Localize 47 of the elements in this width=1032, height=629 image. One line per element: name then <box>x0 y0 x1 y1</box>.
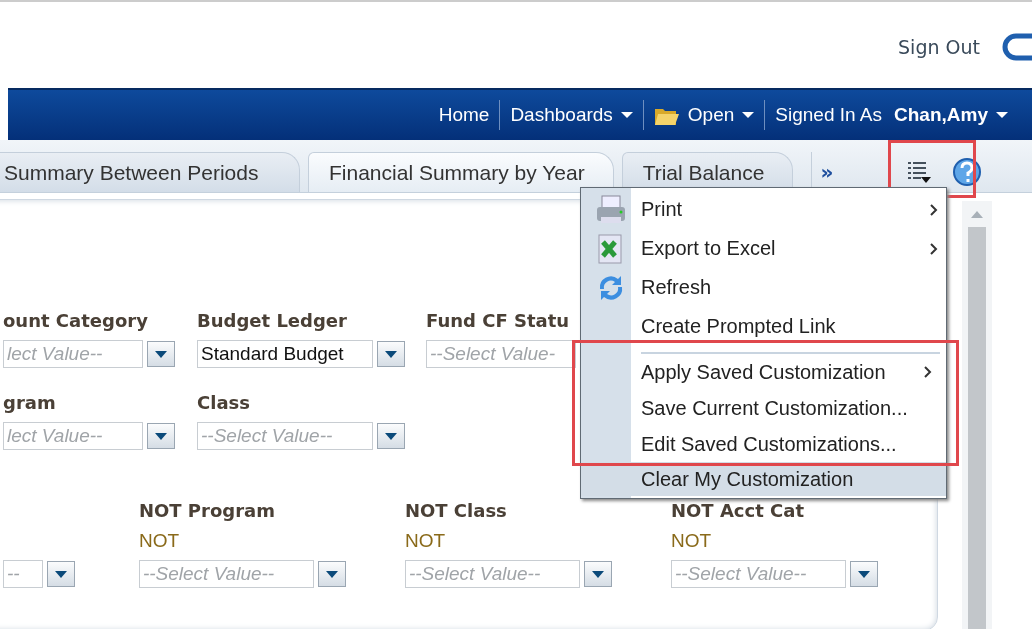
menu-item[interactable]: Save Current Customization... <box>581 390 946 426</box>
tab[interactable]: Financial Summary by Year <box>308 152 614 192</box>
filter-label: NOT Program <box>138 500 276 523</box>
dropdown-button[interactable] <box>849 561 878 587</box>
filter-label: Fund CF Statu <box>426 310 571 333</box>
nav-link[interactable]: Home <box>428 104 500 126</box>
dropdown-button[interactable] <box>47 561 75 587</box>
filter-label: Budget Ledger <box>197 310 348 333</box>
menu-item[interactable]: Print <box>581 190 946 229</box>
caret-icon <box>55 570 67 578</box>
not-label: NOT <box>138 530 180 553</box>
dropdown-button[interactable] <box>317 561 346 587</box>
menu-item[interactable]: Clear My Customization <box>581 462 946 496</box>
menu-item[interactable]: Apply Saved Customization <box>641 352 940 390</box>
sign-out-link[interactable]: Sign Out <box>898 36 980 58</box>
caret-icon <box>325 570 338 578</box>
dropdown-button[interactable] <box>147 341 175 367</box>
filter-label: Class <box>197 392 251 415</box>
not-label: NOT <box>670 530 713 553</box>
caret-icon <box>385 432 397 440</box>
nav-link[interactable]: Dashboards <box>500 104 643 126</box>
tab[interactable]: Summary Between Periods <box>0 152 300 192</box>
menu-item[interactable]: Create Prompted Link <box>581 307 946 346</box>
menu-item[interactable]: Export to Excel <box>581 229 946 268</box>
caret-icon <box>857 570 870 578</box>
dropdown-button[interactable] <box>583 561 612 587</box>
menu-item[interactable]: Edit Saved Customizations... <box>581 426 946 462</box>
user-menu[interactable]: Signed In As Chan,Amy <box>765 104 1018 126</box>
open-menu[interactable]: Open <box>643 104 765 126</box>
select-field[interactable]: Standard Budget <box>197 340 373 368</box>
filter-label: ount Category <box>3 310 149 333</box>
caret-icon <box>155 432 167 440</box>
scrollbar[interactable] <box>962 201 992 629</box>
filter-label: NOT Acct Cat <box>670 500 805 523</box>
caret-icon <box>385 350 397 358</box>
dropdown-button[interactable] <box>377 423 405 449</box>
not-label: NOT <box>404 530 447 553</box>
help-icon <box>952 157 983 187</box>
filter-label: gram <box>3 392 57 415</box>
filter-label: NOT Class <box>404 500 508 523</box>
menu-item[interactable]: Refresh <box>581 268 946 307</box>
list-options-icon <box>907 160 933 184</box>
dropdown-button[interactable] <box>147 423 175 449</box>
caret-icon <box>591 570 604 578</box>
dropdown-button[interactable] <box>377 341 405 367</box>
caret-icon <box>155 350 167 358</box>
printer-icon <box>596 194 626 225</box>
